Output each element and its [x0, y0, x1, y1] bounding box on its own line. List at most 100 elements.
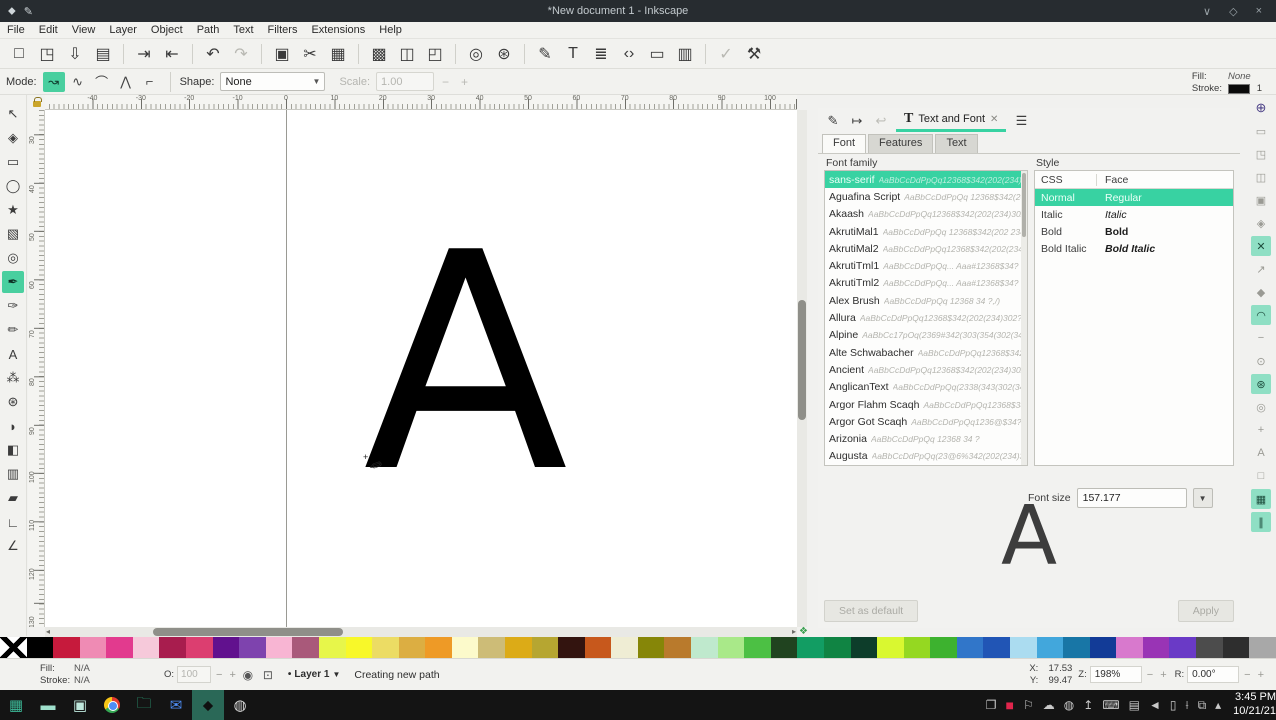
color-swatch[interactable] — [372, 637, 399, 658]
dropper-tool[interactable]: ◗ — [2, 415, 24, 437]
phone-tray-icon[interactable]: ▯ — [1170, 698, 1177, 712]
color-swatch[interactable] — [930, 637, 957, 658]
drawn-letter[interactable]: A — [363, 206, 568, 521]
paste-button[interactable]: ▦ — [325, 41, 351, 67]
color-swatch[interactable] — [106, 637, 133, 658]
color-swatch[interactable] — [1116, 637, 1143, 658]
color-swatch[interactable] — [1063, 637, 1090, 658]
maximize-button[interactable]: ◇ — [1229, 5, 1237, 18]
color-swatch[interactable] — [80, 637, 107, 658]
snap-text-baseline-button[interactable]: A — [1251, 443, 1271, 463]
box-3d-tool[interactable]: ▧ — [2, 223, 24, 245]
color-swatch[interactable] — [1169, 637, 1196, 658]
mode-straight-lines-button[interactable]: ⋀ — [115, 72, 137, 92]
fill-stroke-dock-icon[interactable]: ✎ — [822, 111, 844, 131]
stroke-value[interactable]: N/A — [74, 675, 114, 686]
scale-increase-button[interactable]: + — [457, 75, 472, 89]
rectangle-tool[interactable]: ▭ — [2, 151, 24, 173]
horizontal-scrollbar[interactable]: ◂ ▸ — [45, 627, 797, 637]
style-item-bold-italic[interactable]: Bold ItalicBold Italic — [1035, 240, 1233, 257]
network-tray-icon[interactable]: ⧉ — [1198, 698, 1207, 713]
mode-bspline-button[interactable]: ⌒ — [91, 72, 113, 92]
color-swatch[interactable] — [585, 637, 612, 658]
window-tray-icon[interactable]: ❐ — [986, 698, 997, 712]
set-as-default-button[interactable]: Set as default — [824, 600, 918, 622]
star-tool[interactable]: ★ — [2, 199, 24, 221]
ellipse-tool[interactable]: ◯ — [2, 175, 24, 197]
preferences-button[interactable]: ⚒ — [741, 41, 767, 67]
layer-lock-icon[interactable]: ⊡ — [258, 665, 278, 685]
mode-paraxial-button[interactable]: ⌐ — [139, 72, 161, 92]
fill-value[interactable]: N/A — [74, 663, 114, 674]
layer-visibility-icon[interactable]: ◉ — [238, 665, 258, 685]
menu-file[interactable]: File — [0, 23, 32, 37]
close-button[interactable]: × — [1256, 5, 1262, 18]
color-swatch[interactable] — [1090, 637, 1117, 658]
vertical-scrollbar-thumb[interactable] — [798, 300, 806, 420]
color-swatch[interactable] — [851, 637, 878, 658]
text-tool[interactable]: A — [2, 343, 24, 365]
mode-bezier-button[interactable]: ↝ — [43, 72, 65, 92]
font-item-anglicantext[interactable]: AnglicanTextAaBbCcDdPpQq(2338(343(302(34… — [825, 379, 1027, 396]
taskbar-clock[interactable]: 3:45 PM 10/21/21 — [1229, 691, 1276, 719]
menu-object[interactable]: Object — [144, 23, 190, 37]
color-swatch[interactable] — [1037, 637, 1064, 658]
eraser-tool[interactable]: ▰ — [2, 487, 24, 509]
snap-bbox-corners-button[interactable]: ◫ — [1251, 167, 1271, 187]
font-item-alpine[interactable]: AlpineAaBbCc17pOq(2369#342(303(354(302(3… — [825, 327, 1027, 344]
vertical-scrollbar[interactable] — [797, 110, 807, 627]
import-button[interactable]: ⇥ — [131, 41, 157, 67]
paint-bucket-tool[interactable]: ◧ — [2, 439, 24, 461]
menu-extensions[interactable]: Extensions — [304, 23, 372, 37]
clean-document-button[interactable]: ⊛ — [491, 41, 517, 67]
color-swatch[interactable] — [239, 637, 266, 658]
onedrive-tray-icon[interactable]: ☁ — [1043, 698, 1055, 712]
stroke-color-swatch[interactable] — [1228, 84, 1250, 94]
connector-tool[interactable]: ∟ — [2, 511, 24, 533]
color-swatch[interactable] — [1249, 637, 1276, 658]
opacity-increase-button[interactable]: + — [227, 669, 237, 681]
menu-view[interactable]: View — [65, 23, 103, 37]
selector-tool[interactable]: ↖ — [2, 103, 24, 125]
terminal-app[interactable]: ▣ — [64, 690, 96, 720]
opacity-input[interactable]: 100 — [177, 666, 211, 683]
horizontal-ruler[interactable]: -40-30-20-100102030405060708090100 — [45, 95, 797, 110]
recording-tray-icon[interactable]: ■ — [1006, 697, 1014, 713]
color-swatch[interactable] — [292, 637, 319, 658]
export-dock-icon[interactable]: ↦ — [846, 111, 868, 131]
snap-enable-button[interactable]: ⊕ — [1251, 98, 1271, 118]
obs-app[interactable]: ◍ — [224, 690, 256, 720]
scroll-left-arrow[interactable]: ◂ — [46, 627, 50, 636]
widgets-button[interactable]: ▬ — [32, 690, 64, 720]
color-swatch[interactable] — [691, 637, 718, 658]
copy-button[interactable]: ▣ — [269, 41, 295, 67]
snap-object-centers-button[interactable]: ◎ — [1251, 397, 1271, 417]
gradient-tool[interactable]: ▥ — [2, 463, 24, 485]
terminal-tray-icon[interactable]: ⌨ — [1102, 698, 1119, 712]
undo-button[interactable]: ↶ — [200, 41, 226, 67]
vertical-ruler[interactable]: 30405060708090100110120130 — [28, 110, 45, 627]
font-item-akrutimal2[interactable]: AkrutiMal2AaBbCcDdPpQq12368$342(202(234)… — [825, 240, 1027, 257]
xml-editor-button[interactable]: ‹› — [616, 41, 642, 67]
font-list-scrollbar[interactable] — [1021, 171, 1027, 465]
style-item-normal[interactable]: NormalRegular — [1035, 189, 1233, 206]
tab-font[interactable]: Font — [822, 134, 866, 153]
cut-button[interactable]: ✂ — [297, 41, 323, 67]
font-item-sans-serif[interactable]: sans-serifAaBbCcDdPpQq12368$342(202(234)… — [825, 171, 1027, 188]
snap-page-border-button[interactable]: □ — [1251, 466, 1271, 486]
color-swatch[interactable] — [133, 637, 160, 658]
font-item-akrutitml2[interactable]: AkrutiTml2AaBbCcDdPpQq... Aaa#12368$34? — [825, 275, 1027, 292]
menu-help[interactable]: Help — [372, 23, 409, 37]
rotation-decrease-button[interactable]: − — [1242, 669, 1252, 681]
dock-menu-icon[interactable]: ☰ — [1010, 111, 1032, 131]
scale-input[interactable]: 1.00 — [376, 72, 434, 91]
redo-button[interactable]: ↷ — [228, 41, 254, 67]
font-item-akaash[interactable]: AkaashAaBbCcDdPpQq12368$342(202(234)302(… — [825, 206, 1027, 223]
color-swatch[interactable] — [771, 637, 798, 658]
color-swatch[interactable] — [877, 637, 904, 658]
color-swatch[interactable] — [478, 637, 505, 658]
font-list-scrollbar-thumb[interactable] — [1022, 173, 1026, 237]
color-swatch[interactable] — [718, 637, 745, 658]
color-swatch[interactable] — [1143, 637, 1170, 658]
color-swatch[interactable] — [425, 637, 452, 658]
